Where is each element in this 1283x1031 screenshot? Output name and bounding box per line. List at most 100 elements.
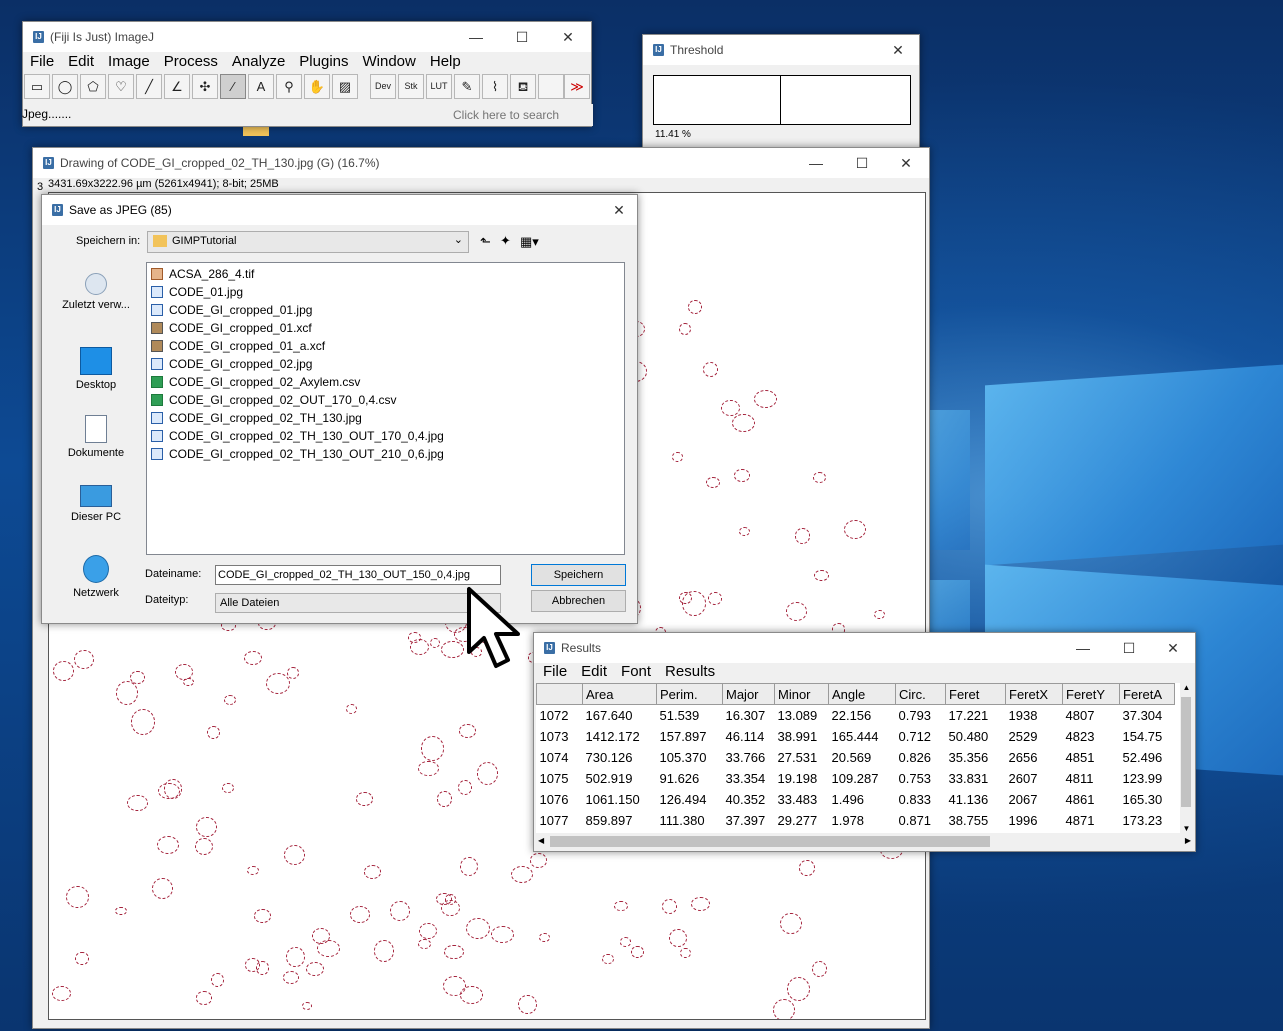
point-icon[interactable]: ✣ xyxy=(192,74,218,99)
close-button[interactable]: ✕ xyxy=(545,22,591,52)
cell-outline xyxy=(844,519,866,539)
menu-edit[interactable]: Edit xyxy=(61,51,101,73)
place-this-pc[interactable]: Dieser PC xyxy=(48,485,144,523)
stack-menu-button[interactable]: Stk xyxy=(398,74,424,99)
color-picker-icon[interactable]: ▨ xyxy=(332,74,358,99)
place-network[interactable]: Netzwerk xyxy=(48,555,144,599)
flood-fill-icon[interactable]: ⛾ xyxy=(510,74,536,99)
new-folder-icon[interactable]: ✦ xyxy=(500,233,511,249)
menu-file[interactable]: File xyxy=(23,51,61,73)
menu-analyze[interactable]: Analyze xyxy=(225,51,292,73)
file-list-item[interactable]: CODE_GI_cropped_01.jpg xyxy=(147,301,624,319)
scroll-thumb[interactable] xyxy=(1181,697,1191,807)
column-header[interactable]: Angle xyxy=(828,683,896,705)
table-row[interactable]: 1072 167.640 51.539 16.307 13.089 22.156 0.793… xyxy=(537,705,1175,727)
file-list-item[interactable]: CODE_GI_cropped_02.jpg xyxy=(147,355,624,373)
file-list-item[interactable]: CODE_GI_cropped_02_OUT_170_0,4.csv xyxy=(147,391,624,409)
column-header[interactable]: FeretX xyxy=(1005,683,1063,705)
table-row[interactable]: 1074 730.126 105.370 33.766 27.531 20.569 0.82… xyxy=(537,747,1175,768)
table-row[interactable]: 1076 1061.150 126.494 40.352 33.483 1.496 0.83… xyxy=(537,789,1175,810)
column-header[interactable]: Perim. xyxy=(656,683,723,705)
filetype-select[interactable]: Alle Dateien xyxy=(215,593,501,613)
close-button[interactable]: ✕ xyxy=(883,35,913,65)
menu-file[interactable]: File xyxy=(536,661,574,683)
close-button[interactable]: ✕ xyxy=(883,148,929,178)
cancel-button[interactable]: Abbrechen xyxy=(531,590,626,612)
file-list-item[interactable]: CODE_GI_cropped_02_TH_130_OUT_210_0,6.jp… xyxy=(147,445,624,463)
pencil-icon[interactable]: ✎ xyxy=(454,74,480,99)
hand-icon[interactable]: ✋ xyxy=(304,74,330,99)
scroll-up-icon[interactable]: ▲ xyxy=(1180,683,1193,692)
threshold-histogram[interactable] xyxy=(653,75,911,125)
menu-font[interactable]: Font xyxy=(614,661,658,683)
column-header[interactable]: Circ. xyxy=(895,683,946,705)
search-input[interactable] xyxy=(451,104,593,126)
table-row[interactable]: 1077 859.897 111.380 37.397 29.277 1.978 0.871… xyxy=(537,810,1175,831)
maximize-button[interactable]: ☐ xyxy=(499,22,545,52)
filename-input[interactable] xyxy=(215,565,501,585)
menu-help[interactable]: Help xyxy=(423,51,468,73)
place-desktop[interactable]: Desktop xyxy=(48,347,144,391)
menu-window[interactable]: Window xyxy=(356,51,423,73)
more-tools-button[interactable]: ≫ xyxy=(564,74,590,99)
cell-outline xyxy=(53,660,75,681)
column-header[interactable]: Major xyxy=(722,683,775,705)
file-list-item[interactable]: CODE_GI_cropped_02_Axylem.csv xyxy=(147,373,624,391)
minimize-button[interactable]: — xyxy=(793,148,839,178)
table-row[interactable]: 1075 502.919 91.626 33.354 19.198 109.287 0.75… xyxy=(537,768,1175,789)
column-header[interactable]: Minor xyxy=(774,683,829,705)
scroll-right-icon[interactable]: ▶ xyxy=(1185,836,1191,845)
table-cell: 165.444 xyxy=(831,729,879,744)
column-header[interactable]: Area xyxy=(582,683,657,705)
polygon-icon[interactable]: ⬠ xyxy=(80,74,106,99)
maximize-button[interactable]: ☐ xyxy=(1106,633,1152,663)
minimize-button[interactable]: — xyxy=(453,22,499,52)
up-folder-icon[interactable]: ⬑ xyxy=(480,234,491,250)
results-table[interactable]: Area Perim. Major Minor Angle Circ. Feret Feret… xyxy=(536,683,1175,831)
folder-select[interactable]: GIMPTutorial ⌄ xyxy=(147,231,469,253)
maximize-button[interactable]: ☐ xyxy=(839,148,885,178)
file-list-item[interactable]: CODE_GI_cropped_02_TH_130_OUT_170_0,4.jp… xyxy=(147,427,624,445)
vertical-scrollbar[interactable]: ▲ ▼ xyxy=(1180,683,1193,833)
wand-icon[interactable]: ⁄ xyxy=(220,74,246,99)
column-header[interactable]: FeretA xyxy=(1119,683,1175,705)
place-documents[interactable]: Dokumente xyxy=(48,415,144,459)
minimize-button[interactable]: — xyxy=(1060,633,1106,663)
blank-tool-slot[interactable] xyxy=(538,74,564,99)
save-button[interactable]: Speichern xyxy=(531,564,626,586)
scroll-down-icon[interactable]: ▼ xyxy=(1180,824,1193,833)
scroll-thumb[interactable] xyxy=(550,836,990,847)
dev-menu-button[interactable]: Dev xyxy=(370,74,396,99)
table-row[interactable]: 1073 1412.172 157.897 46.114 38.991 165.444 0.… xyxy=(537,726,1175,747)
scroll-left-icon[interactable]: ◀ xyxy=(538,836,544,845)
magnifier-icon[interactable]: ⚲ xyxy=(276,74,302,99)
cell-outline xyxy=(874,609,885,619)
place-recent[interactable]: Zuletzt verw... xyxy=(48,273,144,311)
file-list[interactable]: ACSA_286_4.tif CODE_01.jpg CODE_GI_cropped… xyxy=(146,262,625,555)
column-header[interactable]: FeretY xyxy=(1062,683,1120,705)
column-header[interactable] xyxy=(536,683,583,705)
lut-menu-button[interactable]: LUT xyxy=(426,74,452,99)
freehand-icon[interactable]: ♡ xyxy=(108,74,134,99)
close-button[interactable]: ✕ xyxy=(602,195,636,225)
menu-plugins[interactable]: Plugins xyxy=(292,51,355,73)
rectangle-icon[interactable]: ▭ xyxy=(24,74,50,99)
close-button[interactable]: ✕ xyxy=(1150,633,1196,663)
file-list-item[interactable]: ACSA_286_4.tif xyxy=(147,265,624,283)
angle-icon[interactable]: ∠ xyxy=(164,74,190,99)
brush-icon[interactable]: ⌇ xyxy=(482,74,508,99)
column-header[interactable]: Feret xyxy=(945,683,1006,705)
text-icon[interactable]: A xyxy=(248,74,274,99)
file-list-item[interactable]: CODE_01.jpg xyxy=(147,283,624,301)
horizontal-scrollbar[interactable]: ◀ ▶ xyxy=(536,834,1193,849)
menu-edit[interactable]: Edit xyxy=(574,661,614,683)
file-list-item[interactable]: CODE_GI_cropped_01_a.xcf xyxy=(147,337,624,355)
file-list-item[interactable]: CODE_GI_cropped_01.xcf xyxy=(147,319,624,337)
menu-results[interactable]: Results xyxy=(658,661,722,683)
file-list-item[interactable]: CODE_GI_cropped_02_TH_130.jpg xyxy=(147,409,624,427)
line-icon[interactable]: ╱ xyxy=(136,74,162,99)
oval-icon[interactable]: ◯ xyxy=(52,74,78,99)
view-menu-icon[interactable]: ▦▾ xyxy=(520,234,539,250)
menu-image[interactable]: Image xyxy=(101,51,157,73)
menu-process[interactable]: Process xyxy=(157,51,225,73)
